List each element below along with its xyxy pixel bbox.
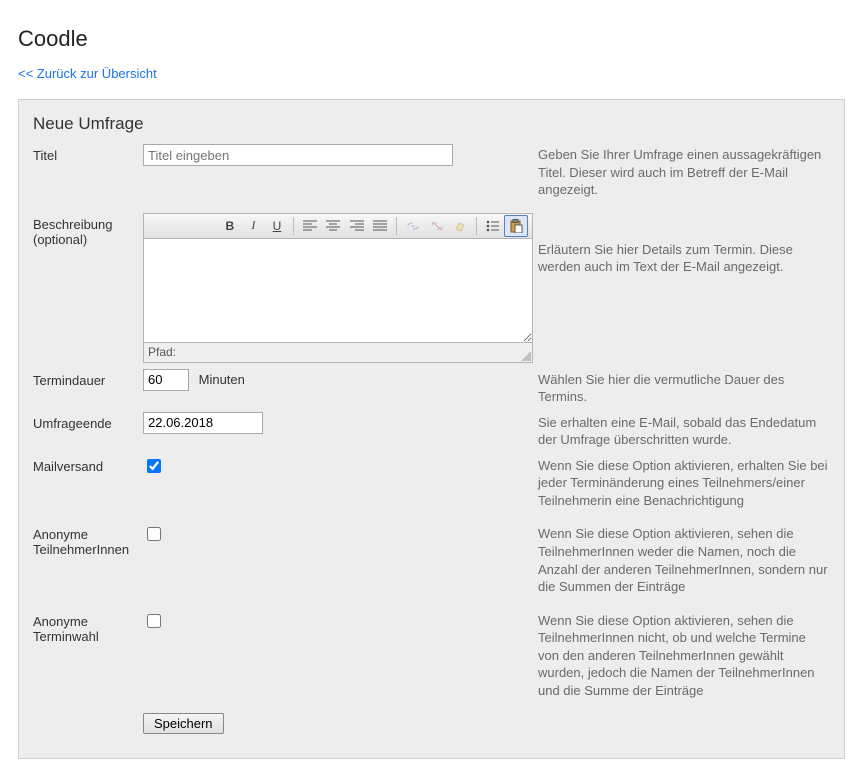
rte-toolbar: B I U	[143, 213, 533, 239]
unlink-icon[interactable]	[425, 215, 449, 237]
paste-icon[interactable]	[504, 215, 528, 237]
label-beschreibung-line1: Beschreibung	[33, 217, 113, 232]
rte-path: Pfad:	[143, 343, 533, 363]
label-anon-teilnehmer-l2: TeilnehmerInnen	[33, 542, 129, 557]
app-title: Coodle	[18, 26, 845, 52]
termindauer-unit: Minuten	[199, 372, 245, 387]
label-anon-terminwahl-l1: Anonyme	[33, 614, 88, 629]
help-termindauer: Wählen Sie hier die vermutliche Dauer de…	[538, 369, 830, 406]
help-titel: Geben Sie Ihrer Umfrage einen aussagekrä…	[538, 144, 830, 199]
back-link[interactable]: << Zurück zur Übersicht	[18, 66, 157, 81]
form-title: Neue Umfrage	[33, 114, 830, 134]
help-umfrageende: Sie erhalten eine E-Mail, sobald das End…	[538, 412, 830, 449]
umfrageende-input[interactable]	[143, 412, 263, 434]
label-titel: Titel	[33, 144, 143, 163]
termindauer-input[interactable]	[143, 369, 189, 391]
underline-icon[interactable]: U	[265, 215, 289, 237]
help-mailversand: Wenn Sie diese Option aktivieren, erhalt…	[538, 455, 830, 510]
label-anon-terminwahl: Anonyme Terminwahl	[33, 610, 143, 644]
rte-editor: B I U	[143, 213, 533, 363]
align-center-icon[interactable]	[321, 215, 345, 237]
save-button[interactable]: Speichern	[143, 713, 224, 734]
help-beschreibung: Erläutern Sie hier Details zum Termin. D…	[538, 213, 830, 276]
align-justify-icon[interactable]	[369, 215, 393, 237]
cleanup-icon[interactable]	[448, 215, 472, 237]
bullets-icon[interactable]	[481, 215, 505, 237]
label-mailversand: Mailversand	[33, 455, 143, 474]
titel-input[interactable]	[143, 144, 453, 166]
rte-textarea[interactable]	[143, 239, 533, 343]
label-anon-teilnehmer: Anonyme TeilnehmerInnen	[33, 523, 143, 557]
label-termindauer: Termindauer	[33, 369, 143, 388]
anon-teilnehmer-checkbox[interactable]	[147, 527, 161, 541]
help-anon-teilnehmer: Wenn Sie diese Option aktivieren, sehen …	[538, 523, 830, 595]
link-icon[interactable]	[401, 215, 425, 237]
label-anon-terminwahl-l2: Terminwahl	[33, 629, 99, 644]
italic-icon[interactable]: I	[242, 215, 266, 237]
align-right-icon[interactable]	[345, 215, 369, 237]
label-beschreibung: Beschreibung (optional)	[33, 213, 143, 247]
bold-icon[interactable]: B	[218, 215, 242, 237]
anon-terminwahl-checkbox[interactable]	[147, 614, 161, 628]
mailversand-checkbox[interactable]	[147, 459, 161, 473]
align-left-icon[interactable]	[298, 215, 322, 237]
label-umfrageende: Umfrageende	[33, 412, 143, 431]
help-anon-terminwahl: Wenn Sie diese Option aktivieren, sehen …	[538, 610, 830, 700]
label-anon-teilnehmer-l1: Anonyme	[33, 527, 88, 542]
label-beschreibung-line2: (optional)	[33, 232, 87, 247]
form-panel: Neue Umfrage Titel Geben Sie Ihrer Umfra…	[18, 99, 845, 759]
